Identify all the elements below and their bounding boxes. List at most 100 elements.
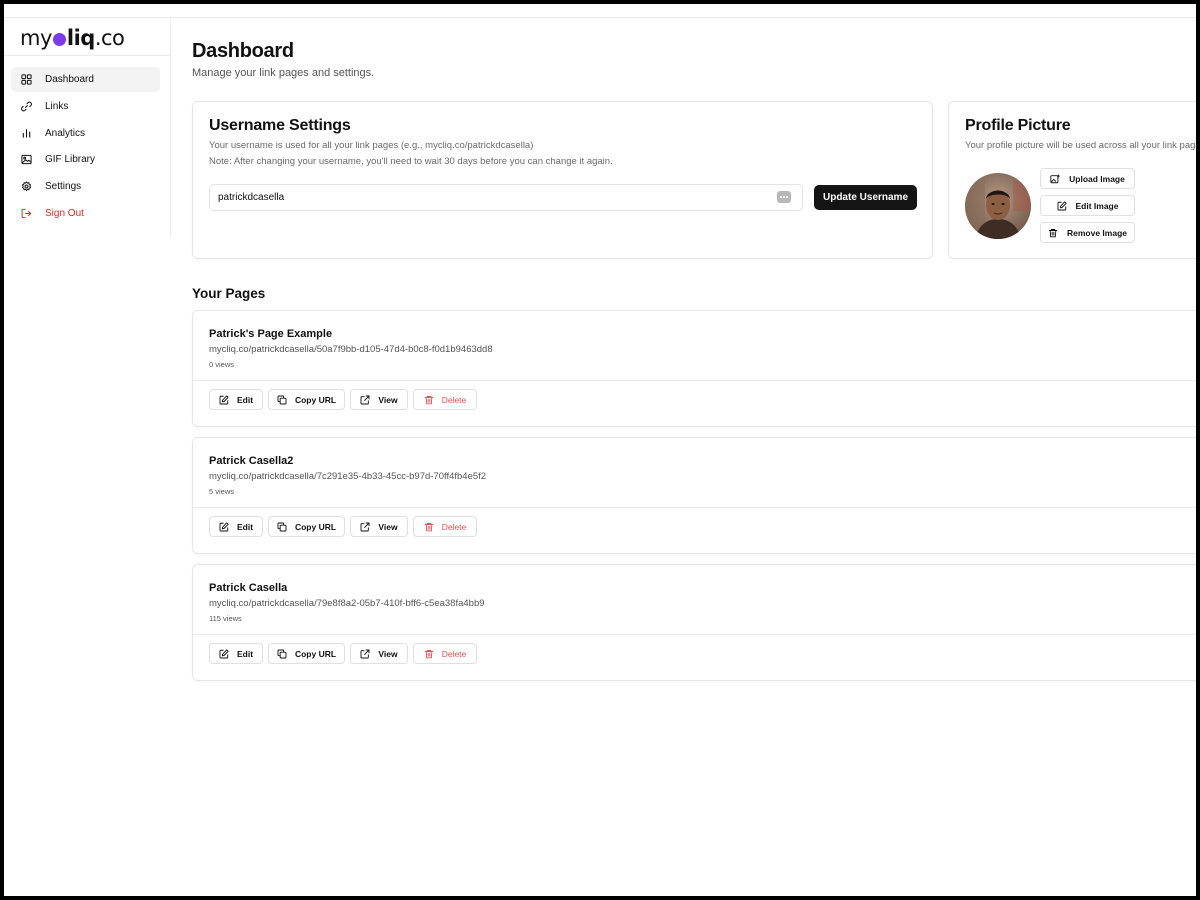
view-page-button[interactable]: View bbox=[350, 516, 408, 537]
view-label: View bbox=[378, 521, 398, 532]
username-settings-title: Username Settings bbox=[209, 117, 351, 134]
copy-url-button[interactable]: Copy URL bbox=[268, 389, 345, 410]
edit-label: Edit bbox=[236, 394, 254, 405]
edit-image-button[interactable]: Edit Image bbox=[1040, 195, 1135, 216]
card-divider bbox=[193, 380, 1196, 381]
edit-image-label: Edit Image bbox=[1075, 200, 1119, 211]
grid-icon bbox=[21, 74, 32, 85]
username-note: Note: After changing your username, you'… bbox=[209, 156, 613, 167]
view-label: View bbox=[378, 394, 398, 405]
page-actions: Edit Copy URL View Delete bbox=[209, 389, 482, 410]
sidebar-item-gif-library[interactable]: GIF Library bbox=[11, 147, 160, 172]
avatar bbox=[965, 173, 1031, 239]
edit-page-button[interactable]: Edit bbox=[209, 516, 263, 537]
trash-icon bbox=[424, 522, 433, 531]
trash-icon bbox=[1048, 228, 1058, 237]
delete-label: Delete bbox=[441, 648, 467, 659]
page-views: 5 views bbox=[209, 487, 235, 496]
copy-icon bbox=[277, 395, 287, 404]
copy-url-label: Copy URL bbox=[294, 521, 337, 532]
card-divider bbox=[193, 634, 1196, 635]
edit-label: Edit bbox=[236, 648, 254, 659]
sidebar-item-sign-out[interactable]: Sign Out bbox=[11, 201, 160, 226]
profile-picture-title: Profile Picture bbox=[965, 117, 1071, 134]
edit-icon bbox=[219, 521, 229, 531]
page-actions: Edit Copy URL View Delete bbox=[209, 643, 482, 664]
image-upload-icon bbox=[1050, 174, 1060, 183]
sidebar-item-label: Links bbox=[45, 100, 69, 112]
sidebar: my liq.co Dashboard Links Analytics GIF L… bbox=[4, 18, 171, 236]
page-url: mycliq.co/patrickdcasella/7c291e35-4b33-… bbox=[209, 471, 487, 482]
password-manager-icon[interactable] bbox=[777, 191, 791, 203]
view-page-button[interactable]: View bbox=[350, 389, 408, 410]
sidebar-divider bbox=[4, 55, 171, 56]
edit-label: Edit bbox=[236, 521, 254, 532]
image-icon bbox=[21, 155, 32, 165]
copy-icon bbox=[277, 522, 287, 531]
page-url: mycliq.co/patrickdcasella/50a7f9bb-d105-… bbox=[209, 344, 493, 355]
logo-dot-icon bbox=[52, 33, 66, 46]
gear-icon bbox=[21, 181, 32, 192]
sidebar-item-label: Sign Out bbox=[45, 207, 84, 219]
logo-mid: liq bbox=[66, 26, 95, 50]
edit-icon bbox=[219, 648, 229, 658]
username-input[interactable] bbox=[209, 184, 803, 211]
sidebar-item-label: Settings bbox=[45, 181, 82, 193]
trash-icon bbox=[424, 649, 433, 658]
app-window: my liq.co Dashboard Links Analytics GIF L… bbox=[4, 4, 1196, 896]
sidebar-item-label: GIF Library bbox=[45, 154, 96, 166]
card-divider bbox=[193, 507, 1196, 508]
sign-out-icon bbox=[21, 208, 32, 219]
remove-image-button[interactable]: Remove Image bbox=[1040, 222, 1135, 243]
sidebar-item-label: Analytics bbox=[45, 127, 86, 139]
page-views: 115 views bbox=[209, 614, 242, 623]
page-name: Patrick Casella2 bbox=[209, 455, 294, 467]
delete-page-button[interactable]: Delete bbox=[413, 389, 477, 410]
logo[interactable]: my liq.co bbox=[20, 26, 125, 50]
copy-url-button[interactable]: Copy URL bbox=[268, 643, 345, 664]
upload-image-button[interactable]: Upload Image bbox=[1040, 168, 1135, 189]
edit-icon bbox=[219, 394, 229, 404]
sidebar-item-links[interactable]: Links bbox=[11, 94, 160, 119]
delete-label: Delete bbox=[441, 394, 467, 405]
copy-icon bbox=[277, 649, 287, 658]
page-name: Patrick's Page Example bbox=[209, 328, 333, 340]
profile-picture-description: Your profile picture will be used across… bbox=[965, 140, 1196, 151]
sidebar-item-analytics[interactable]: Analytics bbox=[11, 121, 160, 146]
view-page-button[interactable]: View bbox=[350, 643, 408, 664]
page-title: Dashboard bbox=[192, 40, 294, 62]
bar-chart-icon bbox=[22, 128, 31, 138]
delete-label: Delete bbox=[441, 521, 467, 532]
sidebar-nav: Dashboard Links Analytics GIF Library Se… bbox=[11, 67, 160, 228]
update-username-button[interactable]: Update Username bbox=[814, 185, 917, 210]
edit-page-button[interactable]: Edit bbox=[209, 643, 263, 664]
edit-icon bbox=[1057, 200, 1067, 210]
page-subtitle: Manage your link pages and settings. bbox=[192, 67, 375, 79]
remove-image-label: Remove Image bbox=[1067, 227, 1127, 238]
upload-image-label: Upload Image bbox=[1069, 173, 1125, 184]
external-link-icon bbox=[360, 522, 370, 531]
page-url: mycliq.co/patrickdcasella/79e8f8a2-05b7-… bbox=[209, 598, 485, 609]
sidebar-item-settings[interactable]: Settings bbox=[11, 174, 160, 199]
edit-page-button[interactable]: Edit bbox=[209, 389, 263, 410]
delete-page-button[interactable]: Delete bbox=[413, 516, 477, 537]
view-label: View bbox=[378, 648, 398, 659]
page-card: Patrick Casella2 mycliq.co/patrickdcasel… bbox=[192, 437, 1196, 554]
trash-icon bbox=[424, 395, 433, 404]
delete-page-button[interactable]: Delete bbox=[413, 643, 477, 664]
logo-suffix: .co bbox=[94, 26, 125, 50]
page-name: Patrick Casella bbox=[209, 582, 288, 594]
page-card: Patrick Casella mycliq.co/patrickdcasell… bbox=[192, 564, 1196, 681]
main-content: Dashboard Manage your link pages and set… bbox=[192, 4, 1196, 896]
username-description: Your username is used for all your link … bbox=[209, 140, 534, 151]
sidebar-item-label: Dashboard bbox=[45, 74, 94, 85]
external-link-icon bbox=[360, 649, 370, 658]
profile-picture-card: Profile Picture Your profile picture wil… bbox=[948, 101, 1196, 259]
copy-url-label: Copy URL bbox=[294, 394, 337, 405]
page-card: Patrick's Page Example mycliq.co/patrick… bbox=[192, 310, 1196, 427]
copy-url-label: Copy URL bbox=[294, 648, 337, 659]
sidebar-item-dashboard[interactable]: Dashboard bbox=[11, 67, 160, 92]
link-icon bbox=[21, 101, 32, 112]
copy-url-button[interactable]: Copy URL bbox=[268, 516, 345, 537]
avatar-photo bbox=[965, 173, 1031, 239]
